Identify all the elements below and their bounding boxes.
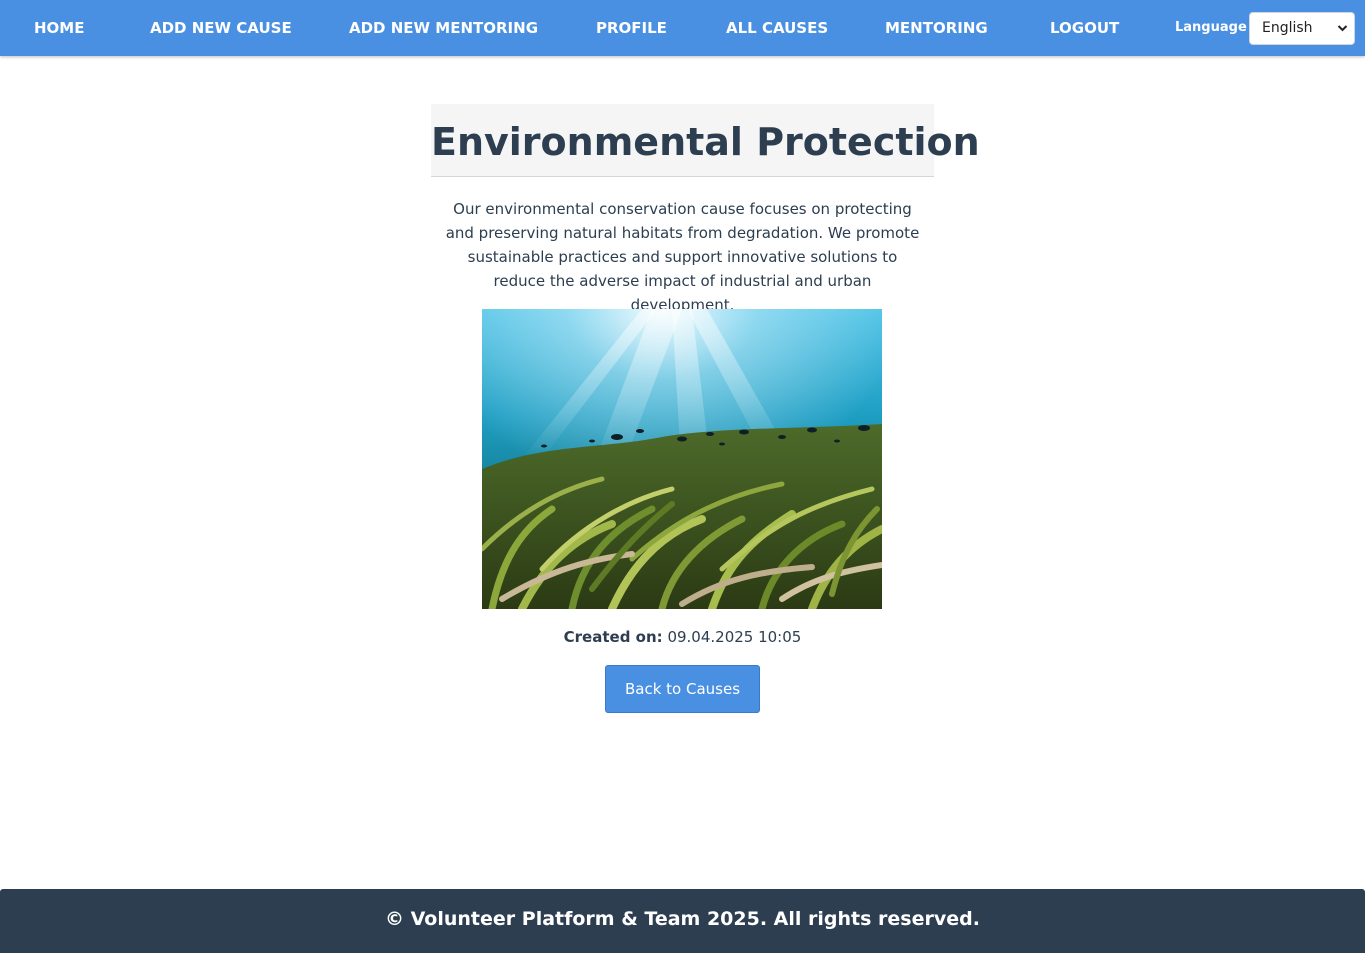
cause-description: Our environmental conservation cause foc… [445, 200, 920, 314]
nav-all-causes-link[interactable]: ALL CAUSES [726, 0, 828, 56]
chevron-down-icon [1337, 13, 1348, 56]
nav-home-link[interactable]: HOME [34, 0, 84, 56]
back-to-causes-button[interactable]: Back to Causes [605, 665, 760, 713]
nav-logout-link[interactable]: LOGOUT [1050, 0, 1119, 56]
page-title: Environmental Protection [431, 120, 980, 164]
footer-copyright: © Volunteer Platform & Team 2025. All ri… [385, 908, 980, 930]
created-on-row: Created on: 09.04.2025 10:05 [0, 626, 1365, 648]
created-on-label: Created on: [563, 628, 663, 646]
created-on-value: 09.04.2025 10:05 [667, 628, 802, 646]
nav-add-new-mentoring-link[interactable]: ADD NEW MENTORING [349, 0, 538, 56]
cause-title-box: Environmental Protection [431, 104, 980, 177]
footer: © Volunteer Platform & Team 2025. All ri… [0, 889, 1365, 953]
language-select-value: English [1262, 20, 1313, 36]
language-select[interactable]: English [1249, 12, 1355, 45]
top-navbar: HOME ADD NEW CAUSE ADD NEW MENTORING PRO… [0, 0, 1365, 56]
nav-profile-link[interactable]: PROFILE [596, 0, 667, 56]
language-label: Language [1175, 20, 1247, 35]
nav-mentoring-link[interactable]: MENTORING [885, 0, 988, 56]
cause-image [482, 309, 882, 609]
nav-add-new-cause-link[interactable]: ADD NEW CAUSE [150, 0, 292, 56]
